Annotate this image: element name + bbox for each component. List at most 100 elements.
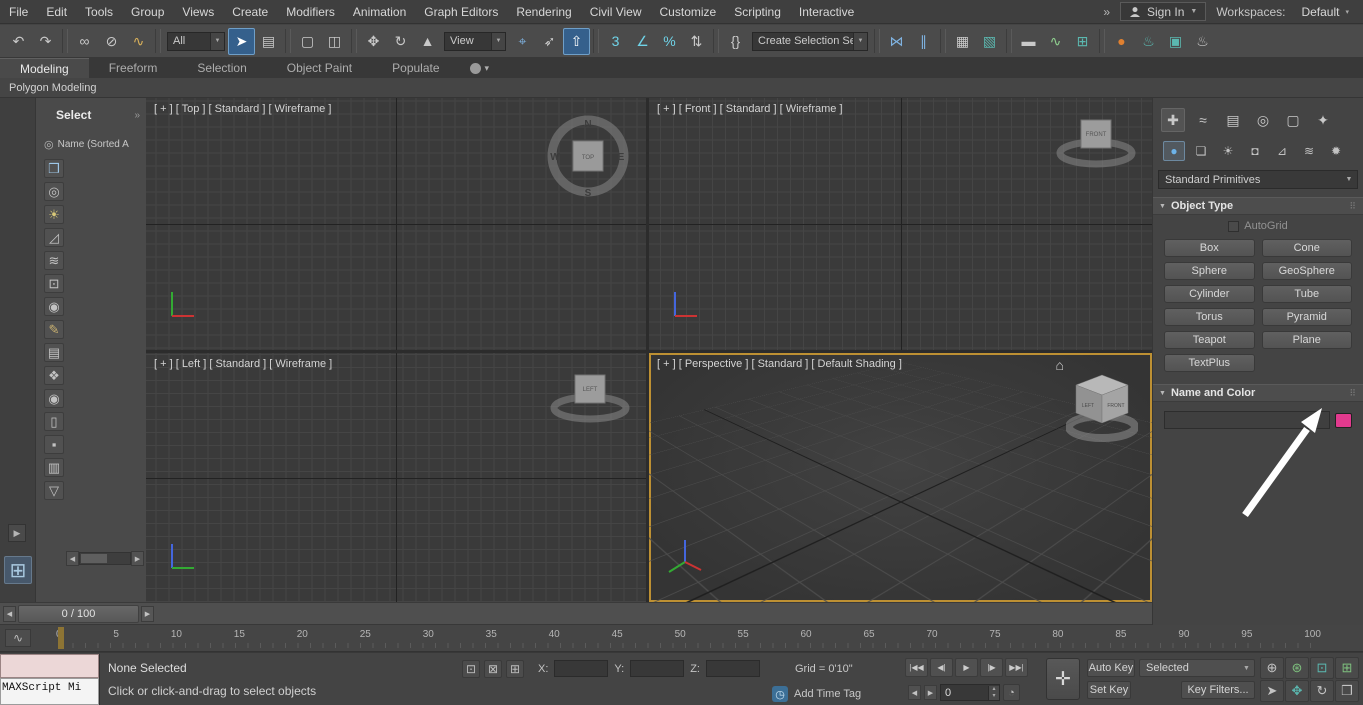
spin-down-icon[interactable]: ▾ xyxy=(989,692,999,700)
document-icon[interactable]: ▯ xyxy=(44,412,64,431)
select-and-scale-icon[interactable]: ▲ xyxy=(414,28,441,55)
maxscript-mini-listener[interactable]: MAXScript Mi xyxy=(0,654,100,705)
select-and-move-icon[interactable]: ✥ xyxy=(360,28,387,55)
time-configuration-icon[interactable]: ◔ xyxy=(1003,684,1020,701)
cameras-subtab-icon[interactable]: ◘ xyxy=(1244,141,1266,161)
object-type-cylinder-button[interactable]: Cylinder xyxy=(1164,285,1255,303)
viewport-front-label[interactable]: [ + ] [ Front ] [ Standard ] [ Wireframe… xyxy=(657,103,843,115)
x-input[interactable] xyxy=(554,660,609,677)
track-bar[interactable]: ∿ 05101520253035404550556065707580859095… xyxy=(0,625,1363,652)
ramp-icon[interactable]: ◿ xyxy=(44,228,64,247)
object-type-sphere-button[interactable]: Sphere xyxy=(1164,262,1255,280)
menu-item-civil-view[interactable]: Civil View xyxy=(581,0,651,23)
curve-editor-icon[interactable]: ∿ xyxy=(1042,28,1069,55)
object-type-plane-button[interactable]: Plane xyxy=(1261,331,1352,349)
menu-item-group[interactable]: Group xyxy=(122,0,173,23)
maximize-viewport-icon[interactable]: ❒ xyxy=(1335,680,1359,702)
name-sorted-field[interactable]: ◎ Name (Sorted A xyxy=(36,128,146,159)
viewport-top[interactable]: [ + ] [ Top ] [ Standard ] [ Wireframe ]… xyxy=(146,98,646,350)
eye-icon[interactable]: ◉ xyxy=(44,389,64,408)
menu-item-views[interactable]: Views xyxy=(173,0,223,23)
viewport-left[interactable]: [ + ] [ Left ] [ Standard ] [ Wireframe … xyxy=(146,353,646,602)
zoom-all-icon[interactable]: ⊛ xyxy=(1285,657,1309,679)
ribbon-tab-freeform[interactable]: Freeform xyxy=(89,58,178,78)
y-input[interactable] xyxy=(630,660,685,677)
select-and-rotate-icon[interactable]: ↻ xyxy=(387,28,414,55)
named-selection-sets-icon[interactable]: {} xyxy=(722,28,749,55)
object-type-pyramid-button[interactable]: Pyramid xyxy=(1261,308,1352,326)
viewport-front[interactable]: [ + ] [ Front ] [ Standard ] [ Wireframe… xyxy=(649,98,1152,350)
play-button[interactable]: ▶ xyxy=(955,658,978,677)
spinner-snap-icon[interactable]: ⇅ xyxy=(683,28,710,55)
menu-item-animation[interactable]: Animation xyxy=(344,0,415,23)
schematic-view-icon[interactable]: ⊞ xyxy=(1069,28,1096,55)
lights-subtab-icon[interactable]: ☀ xyxy=(1217,141,1239,161)
snaps-toggle-icon[interactable]: 3 xyxy=(602,28,629,55)
menu-item-edit[interactable]: Edit xyxy=(37,0,76,23)
zoom-region-icon[interactable]: ➤ xyxy=(1260,680,1284,702)
scene-explorer-icon[interactable]: ▦ xyxy=(949,28,976,55)
menu-item-file[interactable]: File xyxy=(0,0,37,23)
scroll-right-icon[interactable]: ▶ xyxy=(131,551,144,566)
render-production-icon[interactable]: ♨ xyxy=(1189,28,1216,55)
swatch-icon[interactable]: ▪ xyxy=(44,435,64,454)
select-and-link-icon[interactable]: ∞ xyxy=(71,28,98,55)
orbit-icon[interactable]: ↻ xyxy=(1310,680,1334,702)
panel-scrollbar[interactable]: ◀ ▶ xyxy=(66,551,144,566)
object-type-geosphere-button[interactable]: GeoSphere xyxy=(1261,262,1352,280)
ribbon-config-dropdown[interactable]: ▾ xyxy=(460,58,500,78)
next-frame-arrow[interactable]: ▶ xyxy=(141,606,154,622)
object-type-box-button[interactable]: Box xyxy=(1164,239,1255,257)
modify-tab-icon[interactable]: ≈ xyxy=(1191,108,1215,132)
rendered-frame-icon[interactable]: ▣ xyxy=(1162,28,1189,55)
viewcube-compass[interactable]: TOP N E S W xyxy=(542,110,634,202)
waves-icon[interactable]: ≋ xyxy=(44,251,64,270)
viewport-perspective[interactable]: [ + ] [ Perspective ] [ Standard ] [ Def… xyxy=(649,353,1152,602)
select-and-manipulate-icon[interactable]: ➶ xyxy=(536,28,563,55)
geometry-subtab-icon[interactable]: ● xyxy=(1163,141,1185,161)
set-key-button[interactable]: Set Key xyxy=(1087,681,1131,699)
layer-explorer-icon[interactable]: ▧ xyxy=(976,28,1003,55)
viewcube[interactable]: FRONT xyxy=(1054,112,1138,170)
scrollbar-thumb[interactable] xyxy=(81,554,107,563)
paint-select-icon[interactable]: ✎ xyxy=(44,320,64,339)
step-forward-icon[interactable]: ▶ xyxy=(924,685,937,700)
current-frame-marker[interactable] xyxy=(58,627,64,649)
menu-item-create[interactable]: Create xyxy=(223,0,277,23)
ribbon-tab-object-paint[interactable]: Object Paint xyxy=(267,58,372,78)
previous-frame-button[interactable]: ◀| xyxy=(930,658,953,677)
menu-item-scripting[interactable]: Scripting xyxy=(725,0,790,23)
hierarchy-tab-icon[interactable]: ▤ xyxy=(1221,108,1245,132)
scrollbar-track[interactable] xyxy=(79,552,131,565)
object-type-textplus-button[interactable]: TextPlus xyxy=(1164,354,1255,372)
menu-item-tools[interactable]: Tools xyxy=(76,0,122,23)
shapes-subtab-icon[interactable]: ❏ xyxy=(1190,141,1212,161)
redo-icon[interactable]: ↷ xyxy=(32,28,59,55)
mirror-icon[interactable]: ⋈ xyxy=(883,28,910,55)
step-back-icon[interactable]: ◀ xyxy=(908,685,921,700)
selection-lock-icon[interactable]: ⊠ xyxy=(484,660,502,678)
menu-item-interactive[interactable]: Interactive xyxy=(790,0,863,23)
unlink-selection-icon[interactable]: ⊘ xyxy=(98,28,125,55)
select-by-name-icon[interactable]: ▤ xyxy=(255,28,282,55)
menubar-overflow-chevron[interactable]: » xyxy=(1103,5,1110,19)
viewport-perspective-label[interactable]: [ + ] [ Perspective ] [ Standard ] [ Def… xyxy=(657,358,902,370)
ellipse-select-icon[interactable]: ◎ xyxy=(44,182,64,201)
menu-item-modifiers[interactable]: Modifiers xyxy=(277,0,344,23)
z-input[interactable] xyxy=(705,660,760,677)
key-mode-dropdown[interactable]: Selected ▼ xyxy=(1139,659,1255,677)
autogrid-checkbox[interactable] xyxy=(1228,220,1240,232)
name-and-color-rollout[interactable]: ▼ Name and Color ⠿ xyxy=(1153,384,1363,402)
key-filters-button[interactable]: Key Filters... xyxy=(1181,681,1255,699)
menu-item-graph-editors[interactable]: Graph Editors xyxy=(415,0,507,23)
utilities-tab-icon[interactable]: ✦ xyxy=(1311,108,1335,132)
object-type-rollout[interactable]: ▼ Object Type ⠿ xyxy=(1153,197,1363,215)
sign-in-dropdown[interactable]: Sign In ▼ xyxy=(1120,2,1207,21)
expand-panel-button[interactable]: ▶ xyxy=(8,524,26,542)
bulb-icon[interactable]: ☀ xyxy=(44,205,64,224)
spin-up-icon[interactable]: ▴ xyxy=(989,685,999,693)
go-to-end-button[interactable]: ▶▶| xyxy=(1005,658,1028,677)
pan-icon[interactable]: ✥ xyxy=(1285,680,1309,702)
align-icon[interactable]: ∥ xyxy=(910,28,937,55)
screen-select-icon[interactable]: ⊡ xyxy=(44,274,64,293)
